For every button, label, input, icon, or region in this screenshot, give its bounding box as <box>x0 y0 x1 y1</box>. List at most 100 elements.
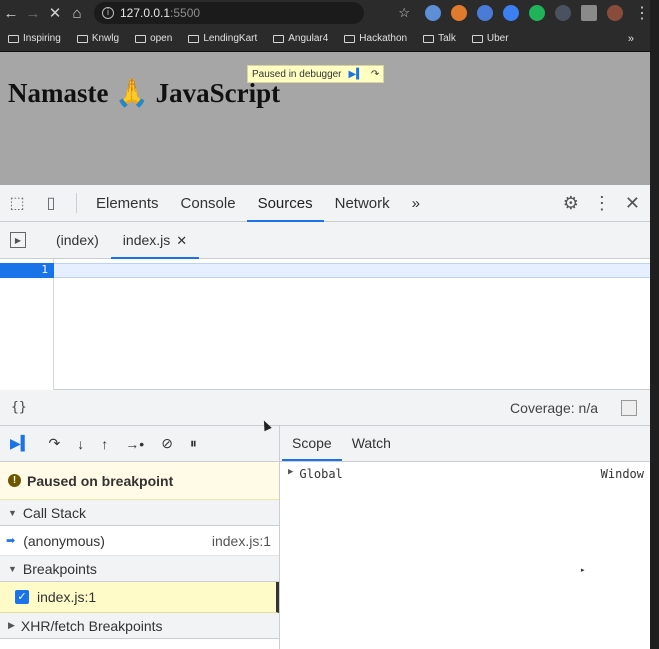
more-tabs-button[interactable]: » <box>401 185 431 222</box>
bookmark-label: LendingKart <box>203 33 258 44</box>
devtools-tab-bar: ⬚ ▯ Elements Console Sources Network » ⚙… <box>0 185 650 222</box>
page-viewport: Namaste 🙏 JavaScript Paused in debugger … <box>0 52 650 185</box>
bookmark-inspiring[interactable]: Inspiring <box>8 33 61 44</box>
folder-icon <box>344 34 356 43</box>
tab-elements[interactable]: Elements <box>85 185 170 222</box>
file-tab-index[interactable]: (index) <box>44 222 111 259</box>
editor-status-bar: {} Coverage: n/a <box>0 390 650 426</box>
current-frame-arrow-icon: ➡ <box>6 535 16 547</box>
line-gutter <box>0 259 54 390</box>
step-into-icon[interactable]: ↓ <box>77 436 84 452</box>
divider <box>76 193 77 213</box>
toggle-navigator-icon[interactable]: ▶ <box>10 232 26 248</box>
tab-scope[interactable]: Scope <box>282 425 342 461</box>
source-file-tabs: ▶ (index) index.js ✕ <box>0 222 650 259</box>
scope-global-row[interactable]: ▶ Global Window <box>288 467 644 481</box>
tab-console[interactable]: Console <box>170 185 247 222</box>
tab-sources[interactable]: Sources <box>246 185 324 222</box>
url-port: :5500 <box>170 6 201 20</box>
bookmark-knwlg[interactable]: Knwlg <box>76 33 120 44</box>
call-stack-header[interactable]: ▼ Call Stack <box>0 500 279 526</box>
close-tab-icon[interactable]: ✕ <box>176 233 187 248</box>
extension-icon[interactable] <box>477 5 493 21</box>
call-frame[interactable]: ➡ (anonymous) index.js:1 <box>0 526 279 556</box>
paused-status: ! Paused on breakpoint <box>0 462 279 500</box>
folder-icon <box>273 34 285 43</box>
folder-icon <box>423 34 435 43</box>
bookmark-label: Angular4 <box>288 33 329 44</box>
bookmarks-more-button[interactable]: » <box>628 33 634 45</box>
close-devtools-icon[interactable]: ✕ <box>625 193 640 214</box>
breakpoint-label: index.js:1 <box>37 589 97 605</box>
bookmark-uber[interactable]: Uber <box>471 33 509 44</box>
step-over-icon[interactable]: ↷ <box>371 69 379 80</box>
back-icon[interactable]: ← <box>0 5 22 22</box>
folder-icon <box>135 34 147 43</box>
collapse-triangle-icon: ▶ <box>8 620 15 630</box>
current-line-highlight <box>0 263 650 278</box>
extension-icon[interactable] <box>451 5 467 21</box>
step-over-icon[interactable]: ↷ <box>49 435 61 452</box>
pretty-print-button[interactable]: {} <box>11 400 27 415</box>
bookmark-talk[interactable]: Talk <box>423 33 456 44</box>
breakpoints-header[interactable]: ▼ Breakpoints <box>0 556 279 582</box>
extension-icon[interactable] <box>425 5 441 21</box>
bookmark-open[interactable]: open <box>135 33 172 44</box>
bookmarks-bar: Inspiring Knwlg open LendingKart Angular… <box>0 26 650 52</box>
settings-gear-icon[interactable]: ⚙ <box>563 193 579 214</box>
tab-network[interactable]: Network <box>324 185 401 222</box>
resume-icon[interactable]: ▶▍ <box>349 69 364 80</box>
xhr-breakpoints-label: XHR/fetch Breakpoints <box>20 617 163 634</box>
device-toolbar-icon[interactable]: ▯ <box>34 185 68 222</box>
bookmark-label: Inspiring <box>23 33 61 44</box>
step-out-icon[interactable]: ↑ <box>101 436 108 452</box>
xhr-breakpoints-header[interactable]: ▶ XHR/fetch Breakpoints <box>0 613 279 639</box>
debugger-sidebar: ▶▍ ↷ ↓ ↑ →• ⊘ ⏸ ! Paused on breakpoint ▼… <box>0 426 280 649</box>
devtools-panel: ⬚ ▯ Elements Console Sources Network » ⚙… <box>0 185 650 649</box>
file-tab-indexjs[interactable]: index.js ✕ <box>110 222 200 259</box>
bookmark-hackathon[interactable]: Hackathon <box>344 33 407 44</box>
bookmark-label: Knwlg <box>91 33 120 44</box>
address-bar[interactable]: i 127.0.0.1:5500 <box>94 2 364 24</box>
folder-icon <box>471 34 483 43</box>
scope-tab-bar: Scope Watch <box>280 426 650 462</box>
menu-icon[interactable]: ⋮ <box>634 3 650 23</box>
pause-on-exceptions-icon[interactable]: ⏸ <box>190 435 197 452</box>
deactivate-breakpoints-icon[interactable]: ⊘ <box>161 435 173 452</box>
bookmark-label: Hackathon <box>359 33 408 44</box>
puzzle-icon[interactable] <box>581 5 597 21</box>
mouse-pointer-icon: ▸ <box>581 567 585 574</box>
step-icon[interactable]: →• <box>125 436 144 452</box>
breakpoint-checkbox[interactable]: ✓ <box>15 590 29 604</box>
debugger-toolbar: ▶▍ ↷ ↓ ↑ →• ⊘ ⏸ <box>0 426 279 462</box>
breakpoints-label: Breakpoints <box>22 560 97 577</box>
scope-global-label: Global <box>299 467 343 481</box>
breakpoint-line-number[interactable]: 1 <box>0 263 54 278</box>
bookmark-label: Uber <box>486 33 509 44</box>
paused-banner-label: Paused in debugger <box>252 68 342 80</box>
bookmark-angular4[interactable]: Angular4 <box>273 33 328 44</box>
folder-icon <box>76 34 88 43</box>
call-frame-location[interactable]: index.js:1 <box>212 533 271 549</box>
more-options-icon[interactable]: ⋮ <box>593 193 611 214</box>
paused-status-label: Paused on breakpoint <box>27 472 174 489</box>
avatar[interactable] <box>607 5 623 21</box>
tab-watch[interactable]: Watch <box>342 425 401 461</box>
inspect-element-icon[interactable]: ⬚ <box>0 185 34 222</box>
extension-icon[interactable] <box>529 5 545 21</box>
info-icon[interactable]: i <box>102 7 114 19</box>
bookmark-lendingkart[interactable]: LendingKart <box>188 33 257 44</box>
bookmark-label: Talk <box>438 33 456 44</box>
forward-icon[interactable]: → <box>22 5 44 22</box>
stop-icon[interactable]: ✕ <box>44 4 66 22</box>
extension-icon[interactable] <box>555 5 571 21</box>
extension-icon[interactable] <box>503 5 519 21</box>
breakpoint-item[interactable]: ✓ index.js:1 <box>0 582 279 613</box>
home-icon[interactable]: ⌂ <box>66 5 88 22</box>
bookmark-star-icon[interactable]: ☆ <box>398 5 410 21</box>
resume-icon[interactable]: ▶▍ <box>10 435 32 452</box>
code-editor[interactable]: 1 <box>0 259 650 390</box>
coverage-toggle-icon[interactable] <box>621 399 637 416</box>
info-icon: ! <box>8 474 21 487</box>
expand-triangle-icon: ▼ <box>8 507 17 518</box>
